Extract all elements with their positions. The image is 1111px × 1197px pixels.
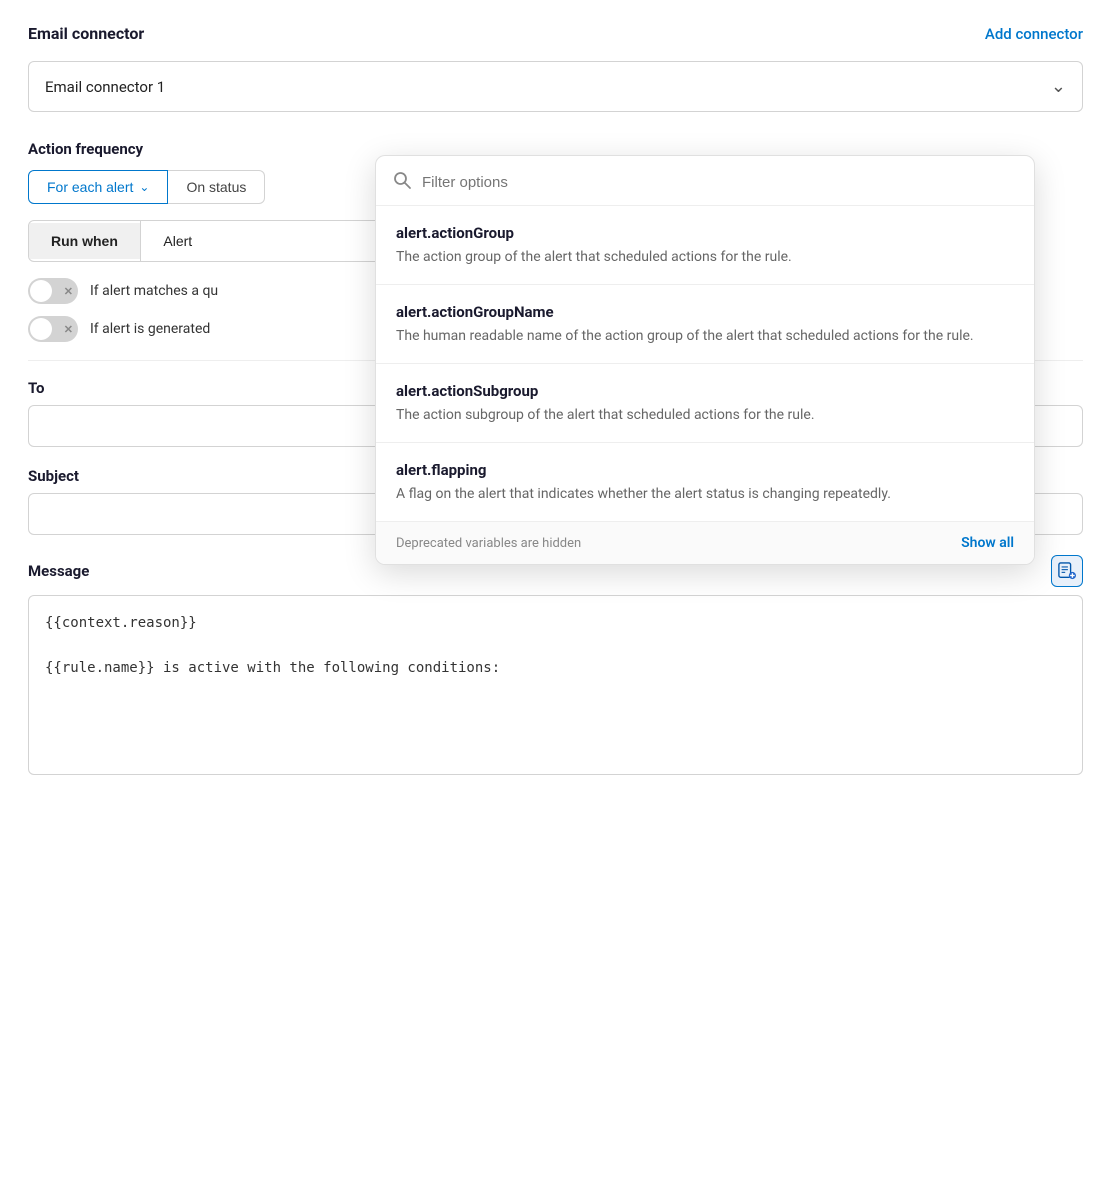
run-when-tab[interactable]: Run when: [29, 223, 140, 259]
toggle-label-1: If alert matches a qu: [90, 283, 218, 299]
options-popup: alert.actionGroup The action group of th…: [375, 155, 1035, 565]
alert-tab[interactable]: Alert: [141, 223, 214, 259]
option-item-flapping[interactable]: alert.flapping A flag on the alert that …: [376, 443, 1034, 521]
tab-for-each-alert[interactable]: For each alert ⌄: [28, 170, 168, 204]
tab-on-status-label: On status: [186, 179, 246, 195]
toggle-x-icon-2: ✕: [64, 323, 73, 336]
connector-dropdown[interactable]: Email connector 1 ⌄: [28, 61, 1083, 112]
message-icon-button[interactable]: [1051, 555, 1083, 587]
toggle-1[interactable]: ✕: [28, 278, 78, 304]
options-search-row: [376, 156, 1034, 206]
option-item-actionsubgroup[interactable]: alert.actionSubgroup The action subgroup…: [376, 364, 1034, 443]
message-label: Message: [28, 562, 89, 580]
tab-for-each-alert-label: For each alert: [47, 179, 133, 195]
chevron-down-icon: ⌄: [1051, 76, 1066, 97]
tab-on-status[interactable]: On status: [168, 170, 265, 204]
message-textarea[interactable]: {{context.reason}} {{rule.name}} is acti…: [28, 595, 1083, 775]
deprecated-notice: Deprecated variables are hidden: [396, 536, 581, 551]
options-search-input[interactable]: [422, 174, 1018, 191]
add-variable-icon: [1058, 562, 1076, 580]
option-desc-flapping: A flag on the alert that indicates wheth…: [396, 484, 1014, 505]
options-list: alert.actionGroup The action group of th…: [376, 206, 1034, 521]
option-name-actiongroupname: alert.actionGroupName: [396, 303, 1014, 321]
toggle-label-2: If alert is generated: [90, 321, 210, 337]
option-item-actiongroupname[interactable]: alert.actionGroupName The human readable…: [376, 285, 1034, 364]
option-name-actionsubgroup: alert.actionSubgroup: [396, 382, 1014, 400]
connector-selected-value: Email connector 1: [45, 78, 165, 96]
alert-tab-label: Alert: [163, 233, 192, 249]
toggle-2[interactable]: ✕: [28, 316, 78, 342]
option-item-actiongroup[interactable]: alert.actionGroup The action group of th…: [376, 206, 1034, 285]
option-name-actiongroup: alert.actionGroup: [396, 224, 1014, 242]
header-row: Email connector Add connector: [28, 24, 1083, 43]
message-field-section: Message {{context.reason}} {{rule.name}}…: [28, 555, 1083, 779]
option-desc-actiongroupname: The human readable name of the action gr…: [396, 326, 1014, 347]
page-title: Email connector: [28, 24, 144, 43]
toggle-knob-2: [30, 318, 52, 340]
toggle-knob-1: [30, 280, 52, 302]
chevron-down-small-icon: ⌄: [139, 180, 149, 194]
option-name-flapping: alert.flapping: [396, 461, 1014, 479]
run-when-label: Run when: [51, 233, 118, 249]
option-desc-actionsubgroup: The action subgroup of the alert that sc…: [396, 405, 1014, 426]
search-icon: [392, 170, 412, 195]
run-when-row: Run when Alert: [28, 220, 398, 262]
show-all-link[interactable]: Show all: [961, 535, 1014, 551]
add-connector-link[interactable]: Add connector: [985, 25, 1083, 43]
toggle-x-icon-1: ✕: [64, 285, 73, 298]
option-desc-actiongroup: The action group of the alert that sched…: [396, 247, 1014, 268]
popup-footer: Deprecated variables are hidden Show all: [376, 521, 1034, 564]
